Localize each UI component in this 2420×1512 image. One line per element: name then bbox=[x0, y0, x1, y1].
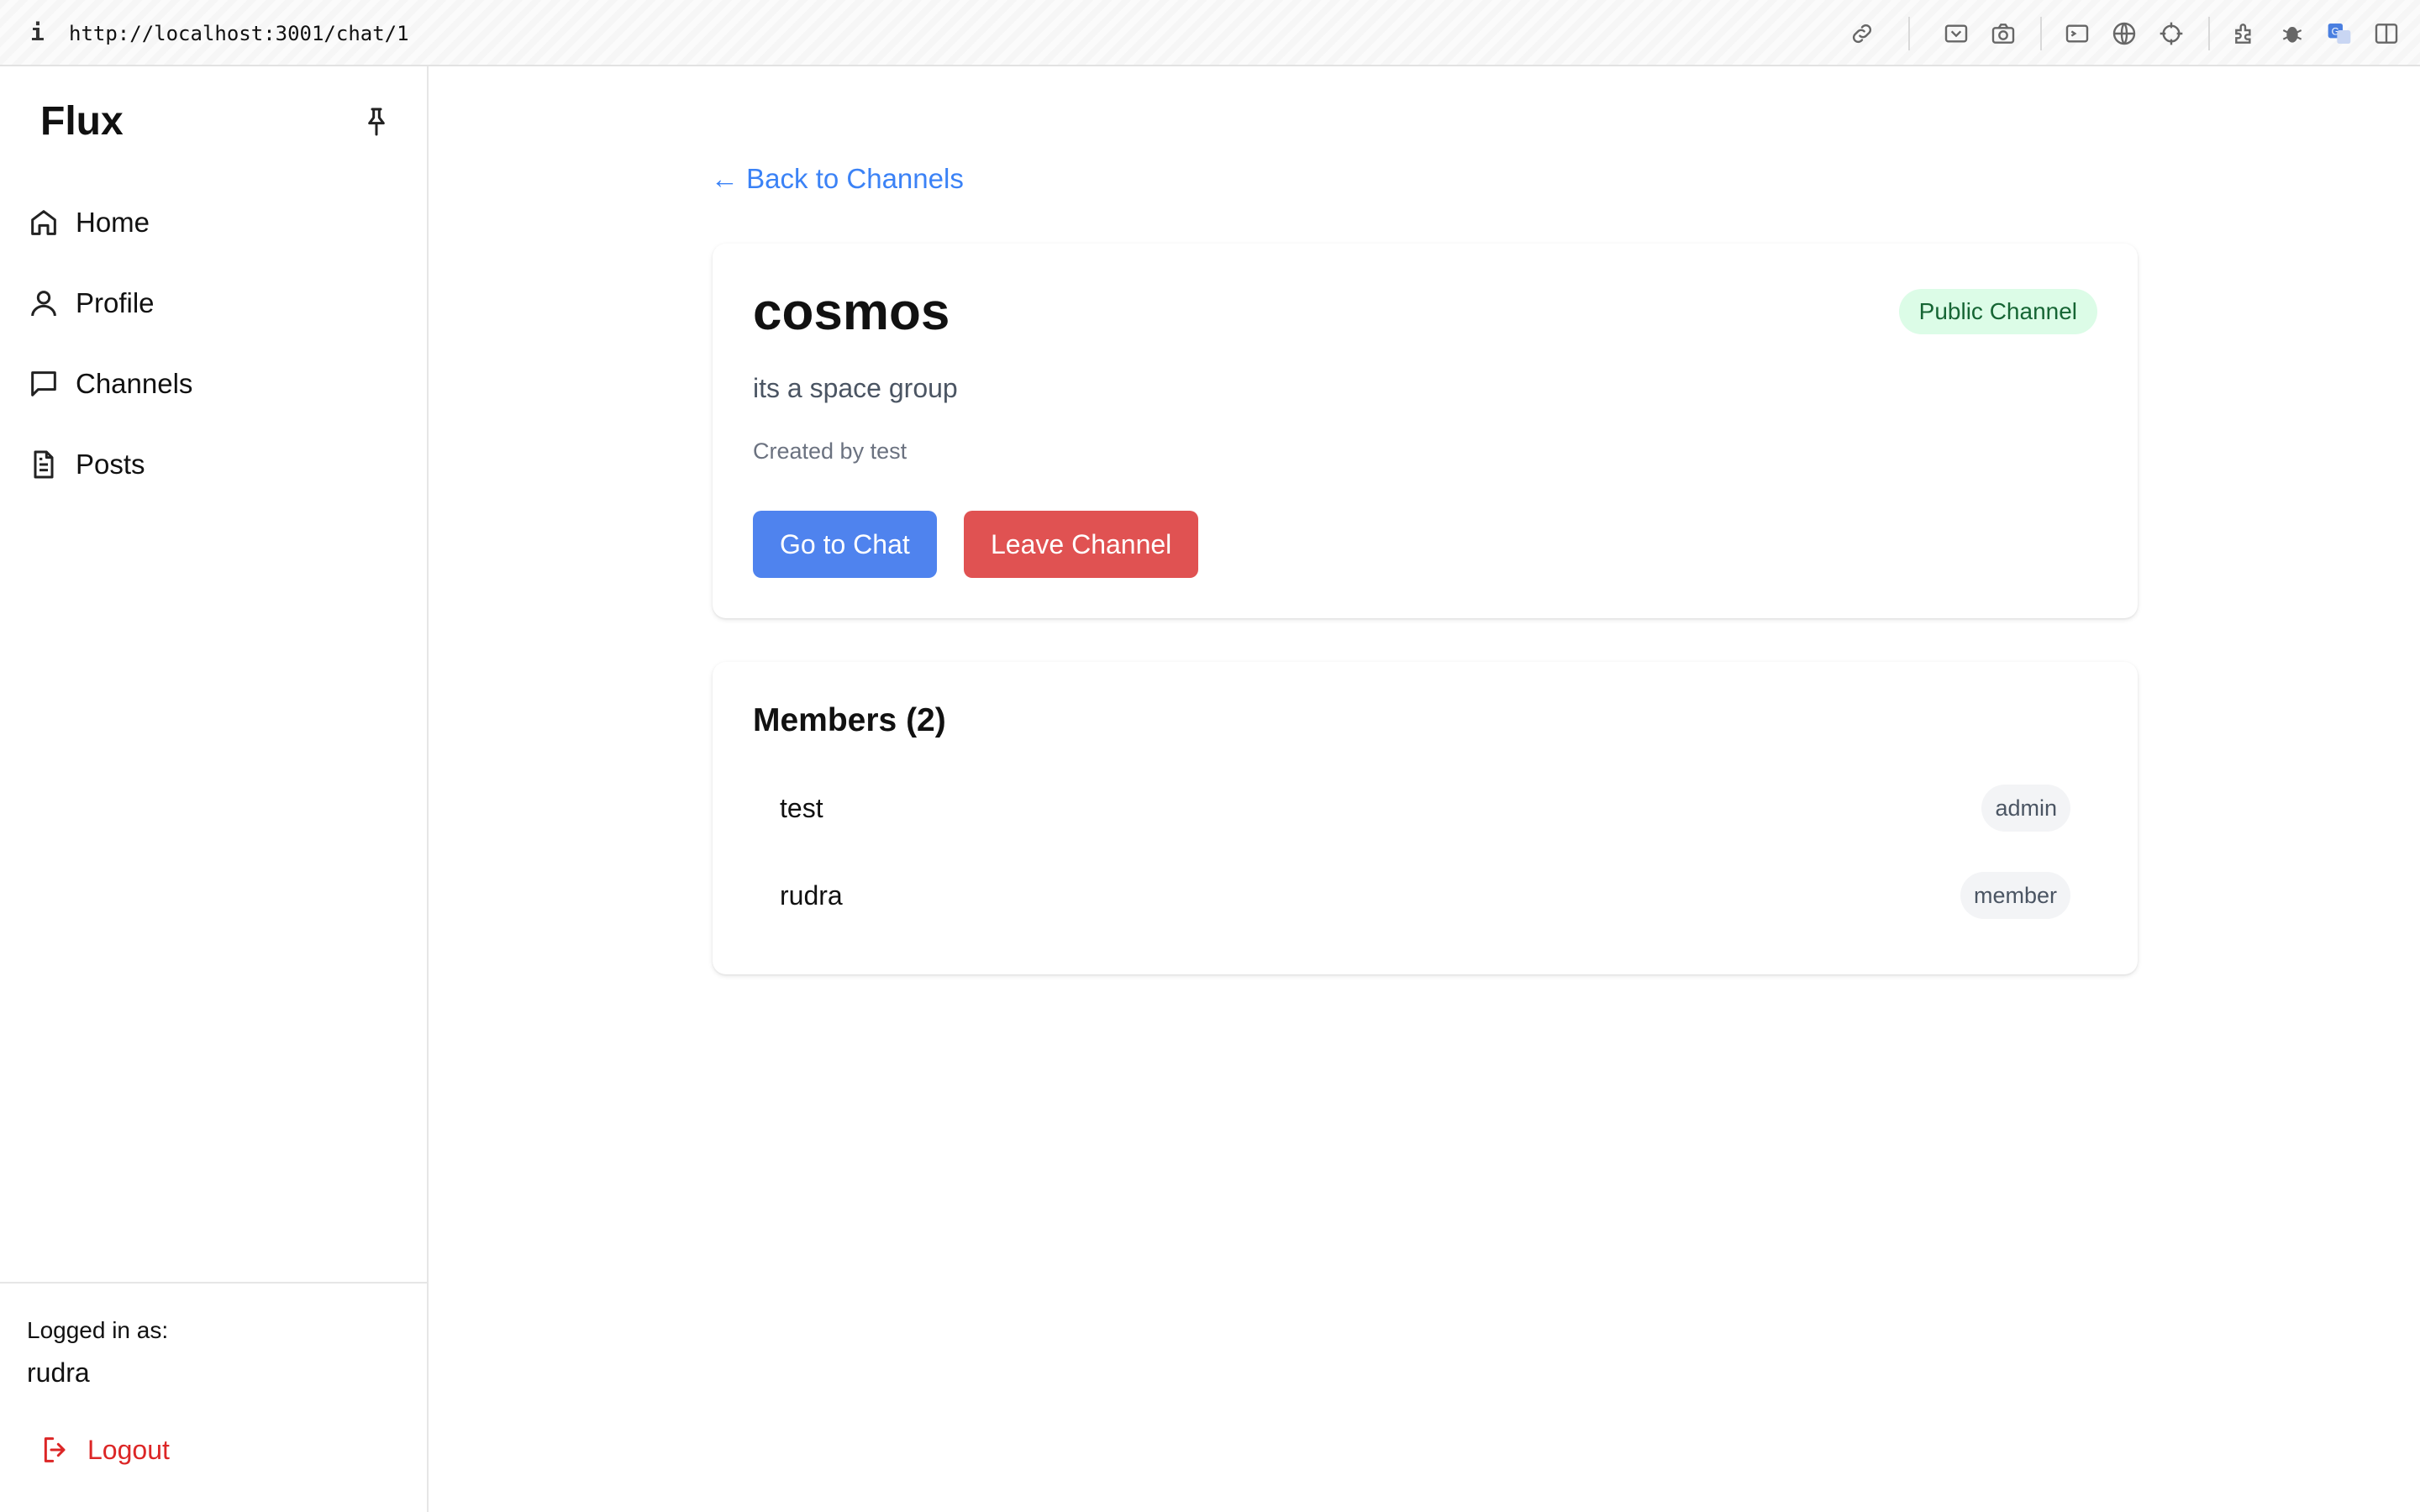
home-icon bbox=[27, 206, 60, 239]
channel-visibility-badge: Public Channel bbox=[1898, 289, 2097, 334]
terminal-icon[interactable] bbox=[2062, 18, 2092, 49]
address-bar[interactable]: http://localhost:3001/chat/1 bbox=[69, 22, 409, 45]
channel-card: cosmos Public Channel its a space group … bbox=[713, 244, 2138, 618]
logout-icon bbox=[44, 1437, 66, 1462]
member-row: test admin bbox=[739, 780, 2111, 838]
member-name: test bbox=[780, 793, 823, 823]
sidebar-item-home[interactable]: Home bbox=[27, 197, 150, 248]
sidebar-item-label: Home bbox=[76, 207, 150, 238]
member-name: rudra bbox=[780, 880, 843, 911]
back-to-channels-link[interactable]: ← Back to Channels bbox=[711, 163, 964, 195]
site-info-icon[interactable]: i bbox=[30, 18, 45, 46]
sidebar: Flux Home Profile Channels Posts Logged … bbox=[0, 66, 429, 1512]
crosshair-icon[interactable] bbox=[2156, 18, 2186, 49]
toolbar-separator bbox=[1908, 17, 1910, 50]
pin-icon[interactable] bbox=[360, 103, 393, 140]
extensions-icon[interactable] bbox=[2230, 18, 2260, 49]
logout-label: Logout bbox=[87, 1434, 170, 1465]
browser-toolbar: i http://localhost:3001/chat/1 G bbox=[0, 0, 2420, 66]
message-icon bbox=[27, 367, 60, 401]
member-role-badge: admin bbox=[1981, 785, 2070, 832]
leave-channel-button[interactable]: Leave Channel bbox=[964, 511, 1199, 578]
sidebar-item-channels[interactable]: Channels bbox=[27, 359, 192, 409]
member-row: rudra member bbox=[739, 867, 2111, 926]
sidebar-item-label: Profile bbox=[76, 287, 155, 318]
app-brand[interactable]: Flux bbox=[40, 98, 124, 144]
camera-icon[interactable] bbox=[1988, 18, 2018, 49]
channel-description: its a space group bbox=[753, 373, 958, 403]
sidebar-footer: Logged in as: rudra Logout bbox=[0, 1282, 427, 1512]
link-icon[interactable] bbox=[1847, 18, 1877, 49]
globe-icon[interactable] bbox=[2109, 18, 2139, 49]
toolbar-separator bbox=[2040, 17, 2042, 50]
channel-title: cosmos bbox=[753, 283, 950, 341]
translate-icon[interactable]: G bbox=[2324, 18, 2354, 49]
sidebar-toggle-icon[interactable] bbox=[2371, 18, 2402, 49]
screen-capture-icon[interactable] bbox=[1941, 18, 1971, 49]
sidebar-item-posts[interactable]: Posts bbox=[27, 439, 145, 490]
member-role-badge: member bbox=[1960, 872, 2070, 919]
members-heading: Members (2) bbox=[753, 702, 946, 738]
logged-in-username: rudra bbox=[27, 1357, 90, 1388]
sidebar-item-label: Channels bbox=[76, 368, 193, 399]
sidebar-item-label: Posts bbox=[76, 449, 145, 480]
logged-in-label: Logged in as: bbox=[27, 1317, 169, 1343]
logout-button[interactable]: Logout bbox=[39, 1430, 170, 1470]
go-to-chat-button[interactable]: Go to Chat bbox=[753, 511, 937, 578]
sidebar-item-profile[interactable]: Profile bbox=[27, 278, 155, 328]
document-icon bbox=[27, 448, 60, 481]
user-icon bbox=[27, 286, 60, 320]
bug-icon[interactable] bbox=[2277, 18, 2307, 49]
channel-creator: Created by test bbox=[753, 438, 908, 464]
members-card: Members (2) test admin rudra member bbox=[713, 662, 2138, 974]
toolbar-separator bbox=[2208, 17, 2210, 50]
